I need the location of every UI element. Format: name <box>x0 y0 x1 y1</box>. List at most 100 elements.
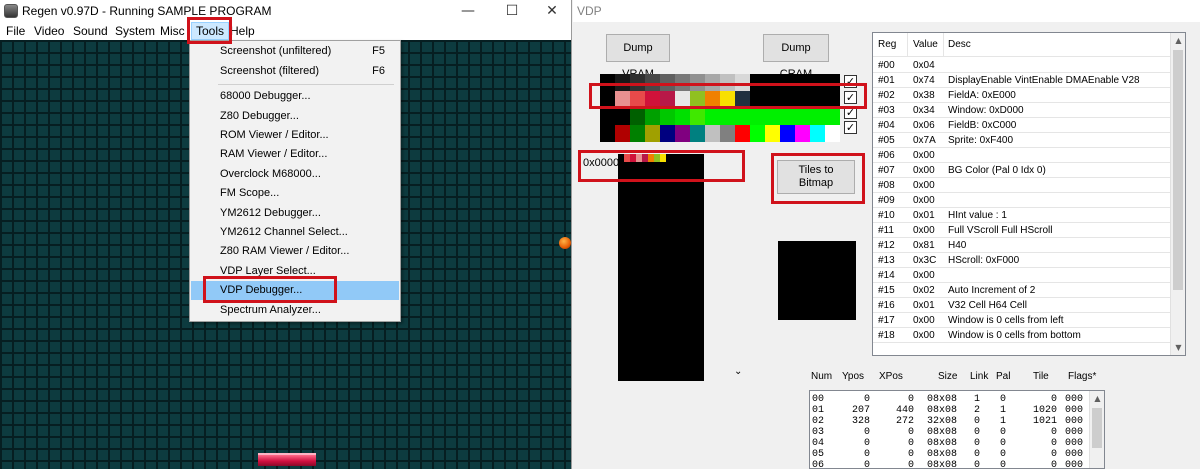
tiles-to-bitmap-button[interactable]: Tiles to Bitmap <box>777 160 855 194</box>
palette-color-swatch[interactable] <box>660 91 675 108</box>
palette-color-swatch[interactable] <box>690 91 705 108</box>
menu-item-vdp-layer-select[interactable]: VDP Layer Select... <box>191 262 399 281</box>
palette-color-swatch[interactable] <box>720 91 735 108</box>
register-row[interactable]: #17 0x00 Window is 0 cells from left <box>873 313 1171 328</box>
palette-color-swatch[interactable] <box>630 108 645 125</box>
register-row[interactable]: #09 0x00 <box>873 193 1171 208</box>
palette-color-swatch[interactable] <box>795 108 810 125</box>
sprite-row[interactable]: 03 0 0 08x08 0 0 0 000 <box>810 427 1090 438</box>
menu-item-rom-viewer[interactable]: ROM Viewer / Editor... <box>191 126 399 145</box>
menu-help[interactable]: Help <box>230 24 255 38</box>
sprite-list-scrollbar[interactable]: ▲ <box>1089 391 1104 468</box>
palette-row-0-checkbox[interactable]: ✓ <box>844 75 857 88</box>
palette-color-swatch[interactable] <box>675 74 690 91</box>
palette-color-swatch[interactable] <box>690 125 705 142</box>
palette-color-swatch[interactable] <box>645 108 660 125</box>
palette-color-swatch[interactable] <box>690 108 705 125</box>
sprite-row[interactable]: 02 328 272 32x08 0 1 1021 000 <box>810 416 1090 427</box>
register-row[interactable]: #13 0x3C HScroll: 0xF000 <box>873 253 1171 268</box>
palette-color-swatch[interactable] <box>765 108 780 125</box>
palette-row-1-checkbox[interactable]: ✓ <box>844 91 857 104</box>
vram-scroll-down-icon[interactable]: ⌄ <box>734 366 742 377</box>
sprite-row[interactable]: 05 0 0 08x08 0 0 0 000 <box>810 449 1090 460</box>
register-row[interactable]: #03 0x34 Window: 0xD000 <box>873 103 1171 118</box>
palette-color-swatch[interactable] <box>780 125 795 142</box>
menu-item-z80-ram-viewer[interactable]: Z80 RAM Viewer / Editor... <box>191 242 399 261</box>
palette-color-swatch[interactable] <box>660 125 675 142</box>
palette-color-swatch[interactable] <box>765 74 780 91</box>
register-row[interactable]: #04 0x06 FieldB: 0xC000 <box>873 118 1171 133</box>
palette-color-swatch[interactable] <box>660 74 675 91</box>
scroll-down-icon[interactable]: ▼ <box>1171 340 1185 355</box>
palette-color-swatch[interactable] <box>630 125 645 142</box>
palette-color-swatch[interactable] <box>600 108 615 125</box>
palette-color-swatch[interactable] <box>630 74 645 91</box>
menu-item-spectrum-analyzer[interactable]: Spectrum Analyzer... <box>191 301 399 320</box>
dump-vram-button[interactable]: Dump VRAM <box>606 34 670 80</box>
col-reg-header[interactable]: Reg <box>878 33 896 57</box>
register-row[interactable]: #12 0x81 H40 <box>873 238 1171 253</box>
palette-color-swatch[interactable] <box>735 91 750 108</box>
palette-color-swatch[interactable] <box>630 91 645 108</box>
palette-color-swatch[interactable] <box>600 91 615 108</box>
palette-color-swatch[interactable] <box>675 91 690 108</box>
palette-row-3-checkbox[interactable]: ✓ <box>844 121 857 134</box>
palette-row-2-checkbox[interactable]: ✓ <box>844 106 857 119</box>
palette-color-swatch[interactable] <box>720 125 735 142</box>
maximize-button[interactable]: ☐ <box>492 0 532 22</box>
dump-cram-button[interactable]: Dump CRAM <box>763 34 829 80</box>
palette-color-swatch[interactable] <box>600 125 615 142</box>
palette-color-swatch[interactable] <box>780 74 795 91</box>
register-row[interactable]: #14 0x00 <box>873 268 1171 283</box>
menu-item-vdp-debugger[interactable]: VDP Debugger... <box>191 281 399 300</box>
palette-color-swatch[interactable] <box>825 91 840 108</box>
menu-tools[interactable]: Tools <box>191 22 230 40</box>
register-row[interactable]: #10 0x01 HInt value : 1 <box>873 208 1171 223</box>
palette-color-swatch[interactable] <box>615 125 630 142</box>
palette-color-swatch[interactable] <box>795 74 810 91</box>
menu-sound[interactable]: Sound <box>73 24 108 38</box>
palette-color-swatch[interactable] <box>645 125 660 142</box>
menu-item-overclock[interactable]: Overclock M68000... <box>191 165 399 184</box>
palette-color-swatch[interactable] <box>765 91 780 108</box>
register-row[interactable]: #01 0x74 DisplayEnable VintEnable DMAEnabl… <box>873 73 1171 88</box>
palette-color-swatch[interactable] <box>795 91 810 108</box>
sprite-row[interactable]: 01 207 440 08x08 2 1 1020 000 <box>810 405 1090 416</box>
palette-color-swatch[interactable] <box>675 125 690 142</box>
col-value-header[interactable]: Value <box>913 33 938 57</box>
register-row[interactable]: #18 0x00 Window is 0 cells from bottom <box>873 328 1171 343</box>
menu-misc[interactable]: Misc <box>160 24 185 38</box>
menu-item-screenshot-filtered[interactable]: Screenshot (filtered) F6 <box>191 62 399 81</box>
register-row[interactable]: #06 0x00 <box>873 148 1171 163</box>
palette-color-swatch[interactable] <box>600 74 615 91</box>
palette-color-swatch[interactable] <box>720 74 735 91</box>
menu-video[interactable]: Video <box>34 24 64 38</box>
menu-item-ram-viewer[interactable]: RAM Viewer / Editor... <box>191 145 399 164</box>
palette-color-swatch[interactable] <box>720 108 735 125</box>
palette-color-swatch[interactable] <box>690 74 705 91</box>
palette-color-swatch[interactable] <box>825 125 840 142</box>
palette-color-swatch[interactable] <box>750 74 765 91</box>
register-row[interactable]: #08 0x00 <box>873 178 1171 193</box>
palette-color-swatch[interactable] <box>705 125 720 142</box>
palette-color-swatch[interactable] <box>795 125 810 142</box>
cram-palette[interactable] <box>600 74 840 142</box>
scroll-up-icon[interactable]: ▲ <box>1171 33 1185 48</box>
sprite-row[interactable]: 06 0 0 08x08 0 0 0 000 <box>810 460 1090 468</box>
palette-color-swatch[interactable] <box>810 91 825 108</box>
palette-color-swatch[interactable] <box>750 91 765 108</box>
scroll-up-icon[interactable]: ▲ <box>1090 391 1104 406</box>
close-button[interactable]: ✕ <box>532 0 571 22</box>
menu-item-68000-debugger[interactable]: 68000 Debugger... <box>191 87 399 106</box>
menu-file[interactable]: File <box>6 24 25 38</box>
register-row[interactable]: #00 0x04 <box>873 58 1171 73</box>
palette-color-swatch[interactable] <box>750 125 765 142</box>
palette-color-swatch[interactable] <box>735 108 750 125</box>
sprite-list[interactable]: 00 0 0 08x08 1 0 0 000 01 207 440 08x08 2 1 1020 000 02 3… <box>809 390 1105 469</box>
menu-item-ym2612-debugger[interactable]: YM2612 Debugger... <box>191 204 399 223</box>
minimize-button[interactable]: — <box>448 0 488 22</box>
register-list-scrollbar[interactable]: ▲ ▼ <box>1170 33 1185 355</box>
palette-color-swatch[interactable] <box>765 125 780 142</box>
scroll-thumb[interactable] <box>1173 50 1183 290</box>
menu-item-screenshot-unfiltered[interactable]: Screenshot (unfiltered) F5 <box>191 42 399 61</box>
